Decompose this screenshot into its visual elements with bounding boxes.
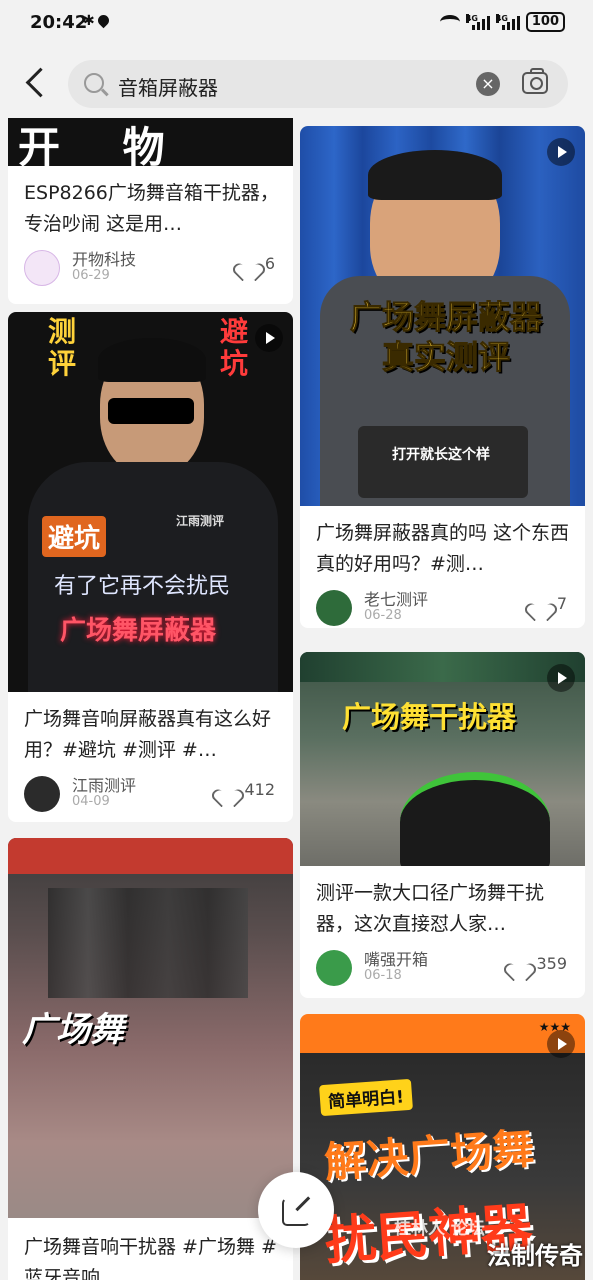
video-thumbnail[interactable]: 测评 避坑 江雨测评 避坑 有了它再不会扰民 广场舞屏蔽器	[8, 312, 293, 692]
thumbnail-tag-right: 避坑	[220, 315, 249, 380]
watermark: 法制传奇	[487, 1242, 583, 1270]
search-query[interactable]: 音箱屏蔽器	[118, 72, 218, 101]
like-button[interactable]: 7	[531, 594, 567, 613]
thumbnail-headline: 广场舞	[22, 1010, 124, 1050]
wifi-icon	[439, 15, 460, 29]
video-thumbnail[interactable]: 广场舞屏蔽器 真实测评 打开就长这个样	[300, 126, 585, 506]
post-date: 06-29	[72, 268, 110, 283]
card-title[interactable]: 广场舞屏蔽器真的吗 这个东西真的好用吗？#测…	[300, 506, 585, 582]
status-bar: 20:42 ✱ 4G 4G 100	[0, 0, 593, 48]
result-card[interactable]: 广场舞干扰器 测评一款大口径广场舞干扰器，这次直接怼人家… 嘴强开箱 06-18…	[300, 652, 585, 998]
vest-label: 江雨测评	[176, 514, 225, 528]
clear-search-icon[interactable]: ×	[476, 72, 500, 96]
presenter-hair	[368, 150, 502, 200]
author-name[interactable]: 嘴强开箱	[364, 946, 428, 970]
bluetooth-icon: ✱	[83, 13, 95, 29]
card-title[interactable]: 测评一款大口径广场舞干扰器，这次直接怼人家…	[300, 866, 585, 942]
forum-watermark: 桂林人 论坛	[394, 1219, 485, 1239]
presenter-hair	[98, 338, 206, 382]
result-card[interactable]: 广场舞屏蔽器 真实测评 打开就长这个样 广场舞屏蔽器真的吗 这个东西真的好用吗？…	[300, 126, 585, 628]
avatar[interactable]	[24, 250, 60, 286]
video-thumbnail[interactable]: 广场舞	[8, 838, 293, 1218]
dancers-crowd	[48, 888, 248, 998]
thumbnail-text: 开 物 科 技	[18, 123, 189, 166]
play-icon	[255, 324, 283, 352]
camera-search-icon[interactable]	[522, 68, 548, 94]
share-button[interactable]	[258, 1172, 334, 1248]
card-title[interactable]: 广场舞音响干扰器 #广场舞 #蓝牙音响	[8, 1218, 293, 1280]
avatar[interactable]	[24, 776, 60, 812]
like-count: 359	[536, 954, 567, 973]
video-thumbnail[interactable]: 开 物 科 技	[8, 118, 293, 166]
speaker-device	[400, 772, 550, 866]
storefront-sign	[8, 838, 293, 874]
play-icon	[547, 1030, 575, 1058]
play-icon	[547, 664, 575, 692]
sunglasses	[108, 398, 194, 424]
battery-icon: 100	[525, 12, 565, 32]
avatar[interactable]	[316, 590, 352, 626]
author-name[interactable]: 老七测评	[364, 586, 428, 610]
thumbnail-caption: 打开就长这个样	[392, 447, 490, 463]
like-button[interactable]: 412	[218, 780, 275, 799]
thumbnail-badge: 简单明白!	[319, 1078, 413, 1117]
thumbnail-headline: 广场舞屏蔽器	[60, 616, 217, 646]
like-count: 6	[264, 254, 275, 273]
back-arrow-icon[interactable]	[22, 66, 48, 100]
avatar[interactable]	[316, 950, 352, 986]
post-date: 06-18	[364, 968, 402, 983]
background-trees	[300, 652, 585, 682]
signal-icon: 4G	[465, 14, 490, 30]
author-name[interactable]: 江雨测评	[72, 772, 136, 796]
signal-icon-2: 4G	[495, 14, 520, 30]
location-icon	[95, 12, 112, 29]
thumbnail-headline: 解决广场舞	[322, 1123, 536, 1188]
search-icon	[84, 73, 104, 93]
heart-icon	[239, 256, 257, 272]
results-feed: 开 物 科 技 ESP8266广场舞音箱干扰器，专治吵闹 这是用… 开物科技 0…	[0, 118, 593, 1280]
search-header: 音箱屏蔽器 ×	[0, 48, 593, 118]
result-card[interactable]: 开 物 科 技 ESP8266广场舞音箱干扰器，专治吵闹 这是用… 开物科技 0…	[8, 118, 293, 304]
thumbnail-headline: 广场舞干扰器	[342, 700, 517, 734]
video-thumbnail[interactable]: 广场舞干扰器	[300, 652, 585, 866]
thumbnail-badge: 避坑	[42, 516, 107, 557]
like-count: 412	[244, 780, 275, 799]
card-title[interactable]: 广场舞音响屏蔽器真有这么好用？#避坑 #测评 #…	[8, 692, 293, 768]
post-date: 06-28	[364, 608, 402, 623]
thumbnail-tag-left: 测评	[48, 315, 77, 380]
like-button[interactable]: 359	[510, 954, 567, 973]
like-button[interactable]: 6	[239, 254, 275, 273]
result-card[interactable]: 测评 避坑 江雨测评 避坑 有了它再不会扰民 广场舞屏蔽器 广场舞音响屏蔽器真有…	[8, 312, 293, 822]
heart-icon	[531, 596, 549, 612]
play-icon	[547, 138, 575, 166]
search-input[interactable]: 音箱屏蔽器 ×	[68, 60, 568, 108]
like-count: 7	[556, 594, 567, 613]
result-card[interactable]: 广场舞 广场舞音响干扰器 #广场舞 #蓝牙音响	[8, 838, 293, 1280]
post-date: 04-09	[72, 794, 110, 809]
card-title[interactable]: ESP8266广场舞音箱干扰器，专治吵闹 这是用…	[8, 166, 293, 242]
thumbnail-subheadline: 真实测评	[381, 338, 511, 377]
heart-icon	[510, 956, 528, 972]
clock: 20:42	[30, 12, 88, 33]
share-icon	[282, 1194, 310, 1226]
author-name[interactable]: 开物科技	[72, 246, 136, 270]
heart-icon	[218, 782, 236, 798]
thumbnail-subtitle: 有了它再不会扰民	[54, 574, 231, 599]
